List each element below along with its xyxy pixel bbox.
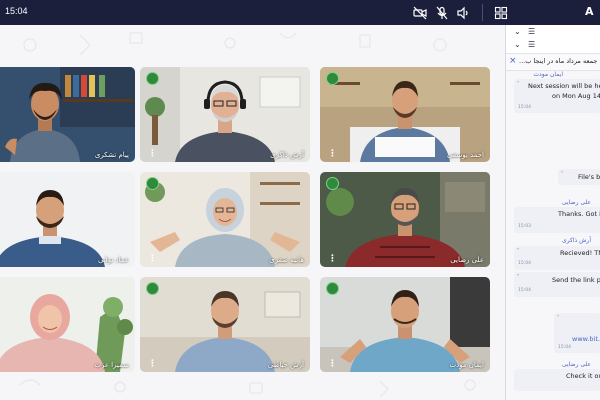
participant-tile[interactable]: ⋮ پیام تشکری bbox=[0, 67, 135, 162]
message-sender: ایمان مودت bbox=[533, 71, 563, 78]
quote-icon: “ bbox=[517, 248, 520, 254]
participant-video bbox=[140, 67, 310, 162]
active-mic-indicator bbox=[146, 282, 159, 295]
panel-header-row[interactable]: ⌄ ☰ bbox=[506, 27, 600, 40]
message-text: Recieved! TNX bbox=[560, 249, 600, 257]
message-link[interactable]: www.bit. bbox=[572, 335, 600, 343]
clock: 15:04 bbox=[5, 6, 28, 16]
pinned-message-bar[interactable]: × جمعه مرداد ماه در اینجا ب... bbox=[506, 53, 600, 71]
participant-video bbox=[320, 67, 490, 162]
message-text: Next session will be held bbox=[528, 82, 600, 90]
video-off-icon[interactable] bbox=[413, 5, 427, 20]
message-time: 15:04 bbox=[518, 288, 531, 293]
message-text: Check it out bbox=[566, 372, 600, 380]
grid-view-icon[interactable] bbox=[494, 5, 508, 20]
message-time: 15:04 bbox=[518, 105, 531, 110]
participant-tile[interactable]: ⋮ ایمان مودت bbox=[320, 277, 490, 372]
quote-icon: “ bbox=[557, 315, 560, 321]
active-mic-indicator bbox=[146, 72, 159, 85]
participant-name: ایمان مودت bbox=[449, 361, 484, 369]
participant-tile[interactable]: ⋮ سمیرا عزت bbox=[0, 277, 135, 372]
chat-message[interactable]: Thanks. Got it 15:03 bbox=[514, 207, 600, 233]
chat-panel: ⌄ ☰ ⌄ ☰ × جمعه مرداد ماه در اینجا ب... ا… bbox=[505, 25, 600, 400]
tile-menu-button[interactable]: ⋮ bbox=[148, 360, 157, 369]
active-mic-indicator bbox=[326, 72, 339, 85]
chat-message[interactable]: Check it out bbox=[514, 369, 600, 391]
quote-icon: “ bbox=[517, 274, 520, 280]
chat-message[interactable]: “ Recieved! TNX 15:04 bbox=[514, 246, 600, 270]
tile-menu-button[interactable]: ⋮ bbox=[148, 150, 157, 159]
participant-name: آرش خیاطی bbox=[267, 361, 304, 369]
participant-video bbox=[320, 277, 490, 372]
tile-menu-button[interactable]: ⋮ bbox=[328, 360, 337, 369]
participant-video bbox=[0, 277, 135, 372]
chat-message[interactable]: “ Send the link pls 15:04 bbox=[514, 272, 600, 297]
tile-menu-button[interactable]: ⋮ bbox=[148, 255, 157, 264]
participant-tile[interactable]: ⋮ آرش ذاکری bbox=[140, 67, 310, 162]
chevron-down-icon[interactable]: ⌄ bbox=[514, 40, 521, 49]
message-text: on Mon Aug 14th! bbox=[552, 92, 600, 100]
chevron-down-icon[interactable]: ⌄ bbox=[514, 27, 521, 36]
message-time: 15:04 bbox=[558, 345, 571, 350]
top-bar: 15:04 A bbox=[0, 0, 600, 25]
message-text: File's b bbox=[578, 173, 600, 181]
message-time: 15:04 bbox=[518, 261, 531, 266]
participant-name: هانیه صفری bbox=[269, 256, 304, 264]
mic-off-icon[interactable] bbox=[435, 5, 449, 20]
participant-name: پیام تشکری bbox=[94, 151, 129, 159]
message-sender: آرش ذاکری bbox=[562, 237, 591, 244]
speaker-icon[interactable] bbox=[456, 5, 470, 20]
participant-tile[interactable]: ⋮ آرش خیاطی bbox=[140, 277, 310, 372]
participant-tile[interactable]: ⋮ احمد یوسفی bbox=[320, 67, 490, 162]
chat-message[interactable]: “ Next session will be held on Mon Aug 1… bbox=[514, 79, 600, 113]
message-time: 15:03 bbox=[518, 224, 531, 229]
participant-name: عماد توانی bbox=[98, 256, 129, 264]
participant-name: علی رضایی bbox=[450, 256, 484, 264]
participant-name: سمیرا عزت bbox=[94, 361, 129, 369]
participant-video bbox=[320, 172, 490, 267]
message-sender: علی رضایی bbox=[562, 199, 591, 206]
toolbar-divider bbox=[482, 4, 483, 21]
pinned-message-text: جمعه مرداد ماه در اینجا ب... bbox=[519, 57, 598, 65]
participant-video bbox=[0, 172, 135, 267]
video-grid: ⋮ پیام تشکری ⋮ آرش ذاکری bbox=[0, 25, 505, 400]
participant-video bbox=[140, 277, 310, 372]
participant-video bbox=[140, 172, 310, 267]
participant-tile[interactable]: ⋮ هانیه صفری bbox=[140, 172, 310, 267]
tile-menu-button[interactable]: ⋮ bbox=[328, 150, 337, 159]
quote-icon: “ bbox=[517, 81, 520, 87]
active-mic-indicator bbox=[326, 282, 339, 295]
participant-tile[interactable]: ⋮ علی رضایی bbox=[320, 172, 490, 267]
message-sender: علی رضایی bbox=[562, 361, 591, 368]
panel-header-row[interactable]: ⌄ ☰ bbox=[506, 40, 600, 53]
message-text: Send the link pls bbox=[552, 276, 600, 284]
participant-name: احمد یوسفی bbox=[446, 151, 484, 159]
participant-video bbox=[0, 67, 135, 162]
app-logo: A bbox=[585, 5, 594, 18]
close-icon[interactable]: × bbox=[509, 56, 517, 66]
chat-message[interactable]: “ www.bit. 15:04 bbox=[554, 313, 600, 353]
participant-name: آرش ذاکری bbox=[270, 151, 304, 159]
list-settings-icon[interactable]: ☰ bbox=[528, 40, 535, 49]
tile-menu-button[interactable]: ⋮ bbox=[328, 255, 337, 264]
message-text: Thanks. Got it bbox=[558, 210, 600, 218]
list-settings-icon[interactable]: ☰ bbox=[528, 27, 535, 36]
active-mic-indicator bbox=[146, 177, 159, 190]
chat-message[interactable]: “ File's b bbox=[558, 169, 600, 185]
participant-tile[interactable]: ⋮ عماد توانی bbox=[0, 172, 135, 267]
chat-messages: ایمان مودت “ Next session will be held o… bbox=[506, 71, 600, 400]
quote-icon: “ bbox=[561, 171, 564, 177]
active-mic-indicator bbox=[326, 177, 339, 190]
